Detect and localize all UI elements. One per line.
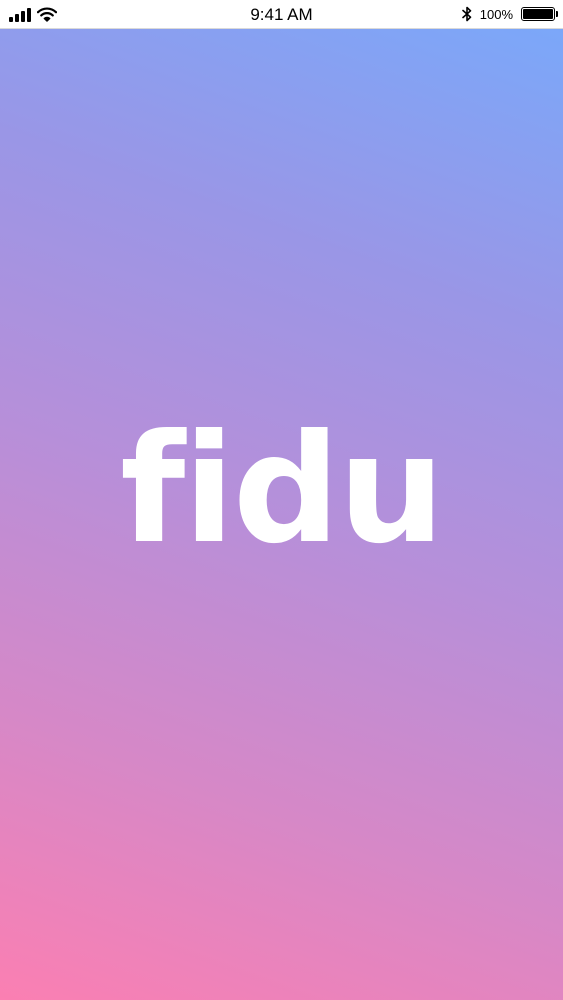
bluetooth-icon (461, 6, 472, 22)
battery-level-fill (523, 9, 553, 19)
status-bar: 9:41 AM 100% (0, 0, 563, 29)
status-right-group: 100% (461, 6, 558, 22)
battery-percentage: 100% (479, 6, 513, 22)
fidu-logo: fidu (120, 403, 445, 577)
splash-screen: 9:41 AM 100% fidu (0, 0, 563, 1000)
battery-icon (521, 7, 558, 21)
battery-cap (556, 11, 558, 17)
